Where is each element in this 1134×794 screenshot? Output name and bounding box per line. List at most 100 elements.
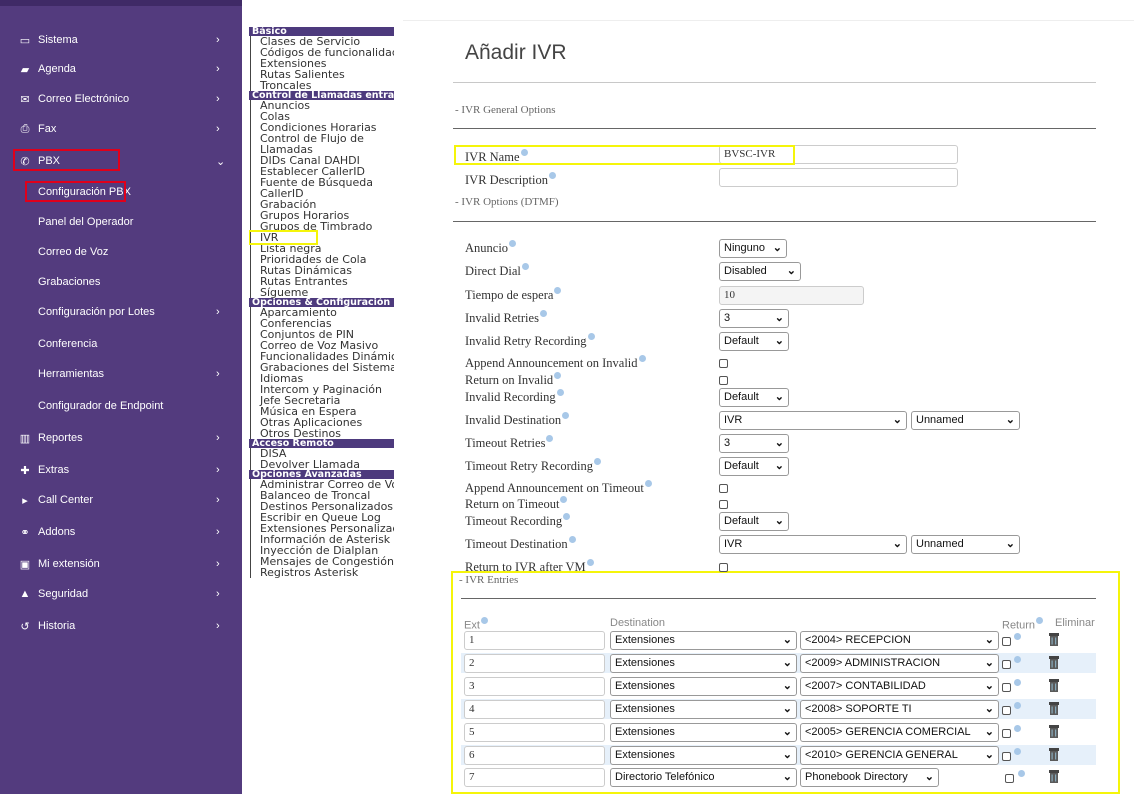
- return-invalid-checkbox[interactable]: [719, 376, 728, 385]
- entry-return-checkbox[interactable]: [1002, 683, 1011, 692]
- sidebar-item-seguridad[interactable]: ▲ Seguridad ›: [0, 580, 242, 608]
- help-icon[interactable]: [1014, 702, 1021, 709]
- sidebar-item-grabaciones[interactable]: Grabaciones: [0, 268, 242, 296]
- entry-return-checkbox[interactable]: [1002, 637, 1011, 646]
- help-icon[interactable]: [556, 389, 564, 396]
- help-icon[interactable]: [562, 412, 570, 419]
- help-icon[interactable]: [548, 172, 556, 179]
- entry-ext-input[interactable]: 5: [464, 723, 605, 742]
- sidebar-item-herramientas[interactable]: Herramientas ›: [0, 360, 242, 388]
- invalid-destination-select[interactable]: IVR ⌄: [719, 411, 907, 430]
- menu-link-troncales[interactable]: Troncales: [250, 80, 394, 91]
- entry-return-checkbox[interactable]: [1002, 752, 1011, 761]
- trash-icon[interactable]: [1049, 702, 1059, 715]
- sidebar-item-fax[interactable]: ⎙ Fax ›: [0, 115, 242, 143]
- entry-return-checkbox[interactable]: [1002, 660, 1011, 669]
- timeout-destination-select[interactable]: IVR ⌄: [719, 535, 907, 554]
- timeout-retries-select[interactable]: 3 ⌄: [719, 434, 789, 453]
- help-icon[interactable]: [1014, 679, 1021, 686]
- direct-dial-select[interactable]: Disabled ⌄: [719, 262, 801, 281]
- entry-destination-type-select[interactable]: Directorio Telefónico ⌄: [610, 768, 797, 787]
- help-icon[interactable]: [1014, 748, 1021, 755]
- entry-destination-type-select[interactable]: Extensiones ⌄: [610, 654, 797, 673]
- help-icon[interactable]: [638, 355, 646, 362]
- sidebar-item-extras[interactable]: ✚ Extras ›: [0, 456, 242, 484]
- trash-icon[interactable]: [1049, 633, 1059, 646]
- sidebar-item-correo-electrónico[interactable]: ✉ Correo Electrónico ›: [0, 85, 242, 113]
- trash-icon[interactable]: [1049, 656, 1059, 669]
- help-icon[interactable]: [587, 333, 595, 340]
- entry-destination-target-select[interactable]: <2008> SOPORTE TI ⌄: [800, 700, 999, 719]
- menu-link-otros-destinos[interactable]: Otros Destinos: [250, 428, 394, 439]
- help-icon[interactable]: [554, 287, 562, 294]
- help-icon[interactable]: [539, 310, 547, 317]
- sidebar-item-conferencia[interactable]: Conferencia: [0, 330, 242, 358]
- entry-ext-input[interactable]: 4: [464, 700, 605, 719]
- sidebar-item-correo-de-voz[interactable]: Correo de Voz: [0, 238, 242, 266]
- entry-destination-target-select[interactable]: <2005> GERENCIA COMERCIAL ⌄: [800, 723, 999, 742]
- help-icon[interactable]: [563, 513, 571, 520]
- help-icon[interactable]: [568, 536, 576, 543]
- menu-link-sígueme[interactable]: Sígueme: [250, 287, 394, 298]
- sidebar-item-mi-extensión[interactable]: ▣ Mi extensión ›: [0, 550, 242, 578]
- help-icon[interactable]: [509, 240, 517, 247]
- append-timeout-checkbox[interactable]: [719, 484, 728, 493]
- menu-link-fuente-de-búsqueda-callerid[interactable]: Fuente de Búsqueda CallerID: [250, 177, 390, 199]
- anuncio-select[interactable]: Ninguno ⌄: [719, 239, 787, 258]
- entry-destination-type-select[interactable]: Extensiones ⌄: [610, 723, 797, 742]
- entry-return-checkbox[interactable]: [1002, 729, 1011, 738]
- sidebar-item-panel-del-operador[interactable]: Panel del Operador: [0, 208, 242, 236]
- help-icon[interactable]: [644, 480, 652, 487]
- entry-destination-type-select[interactable]: Extensiones ⌄: [610, 700, 797, 719]
- sidebar-item-historia[interactable]: ↺ Historia ›: [0, 612, 242, 640]
- trash-icon[interactable]: [1049, 679, 1059, 692]
- entry-destination-target-select[interactable]: <2009> ADMINISTRACION ⌄: [800, 654, 999, 673]
- entry-return-checkbox[interactable]: [1002, 706, 1011, 715]
- help-icon[interactable]: [1014, 725, 1021, 732]
- help-icon[interactable]: [1014, 633, 1021, 640]
- invalid-recording-select[interactable]: Default ⌄: [719, 388, 789, 407]
- sidebar-item-addons[interactable]: ⚭ Addons ›: [0, 518, 242, 546]
- help-icon[interactable]: [1014, 656, 1021, 663]
- entry-ext-input[interactable]: 7: [464, 768, 605, 787]
- trash-icon[interactable]: [1049, 748, 1059, 761]
- help-icon[interactable]: [521, 263, 529, 270]
- help-icon[interactable]: [586, 559, 594, 566]
- invalid-retries-select[interactable]: 3 ⌄: [719, 309, 789, 328]
- sidebar-item-reportes[interactable]: ▥ Reportes ›: [0, 424, 242, 452]
- invalid-destination-target-select[interactable]: Unnamed ⌄: [911, 411, 1020, 430]
- help-icon[interactable]: [560, 496, 568, 503]
- trash-icon[interactable]: [1049, 770, 1059, 783]
- sidebar-item-configurador-de-endpoint[interactable]: Configurador de Endpoint: [0, 392, 242, 420]
- entry-ext-input[interactable]: 6: [464, 746, 605, 765]
- sidebar-item-configuración-por-lotes[interactable]: Configuración por Lotes ›: [0, 298, 242, 326]
- menu-link-registros-asterisk[interactable]: Registros Asterisk: [250, 567, 394, 578]
- return-after-vm-checkbox[interactable]: [719, 563, 728, 572]
- entry-ext-input[interactable]: 1: [464, 631, 605, 650]
- entry-ext-input[interactable]: 3: [464, 677, 605, 696]
- menu-link-control-de-flujo-de-llamadas[interactable]: Control de Flujo de Llamadas: [250, 133, 390, 155]
- return-timeout-checkbox[interactable]: [719, 500, 728, 509]
- entry-destination-target-select[interactable]: <2010> GERENCIA GENERAL ⌄: [800, 746, 999, 765]
- entry-return-checkbox[interactable]: [1005, 774, 1014, 783]
- append-invalid-checkbox[interactable]: [719, 359, 728, 368]
- entry-destination-type-select[interactable]: Extensiones ⌄: [610, 631, 797, 650]
- help-icon[interactable]: [1036, 617, 1044, 624]
- help-icon[interactable]: [1018, 770, 1025, 777]
- entry-destination-target-select[interactable]: <2004> RECEPCION ⌄: [800, 631, 999, 650]
- help-icon[interactable]: [480, 617, 488, 624]
- tiempo-espera-input[interactable]: 10: [719, 286, 864, 305]
- timeout-retry-recording-select[interactable]: Default ⌄: [719, 457, 789, 476]
- help-icon[interactable]: [554, 372, 562, 379]
- timeout-recording-select[interactable]: Default ⌄: [719, 512, 789, 531]
- sidebar-item-agenda[interactable]: ▰ Agenda ›: [0, 55, 242, 83]
- timeout-destination-target-select[interactable]: Unnamed ⌄: [911, 535, 1020, 554]
- entry-destination-target-select[interactable]: Phonebook Directory ⌄: [800, 768, 939, 787]
- entry-destination-type-select[interactable]: Extensiones ⌄: [610, 677, 797, 696]
- invalid-retry-recording-select[interactable]: Default ⌄: [719, 332, 789, 351]
- help-icon[interactable]: [546, 435, 554, 442]
- sidebar-item-call-center[interactable]: ▸ Call Center ›: [0, 486, 242, 514]
- entry-destination-target-select[interactable]: <2007> CONTABILIDAD ⌄: [800, 677, 999, 696]
- menu-link-devolver-llamada[interactable]: Devolver Llamada: [250, 459, 394, 470]
- sidebar-item-sistema[interactable]: ▭ Sistema ›: [0, 26, 242, 54]
